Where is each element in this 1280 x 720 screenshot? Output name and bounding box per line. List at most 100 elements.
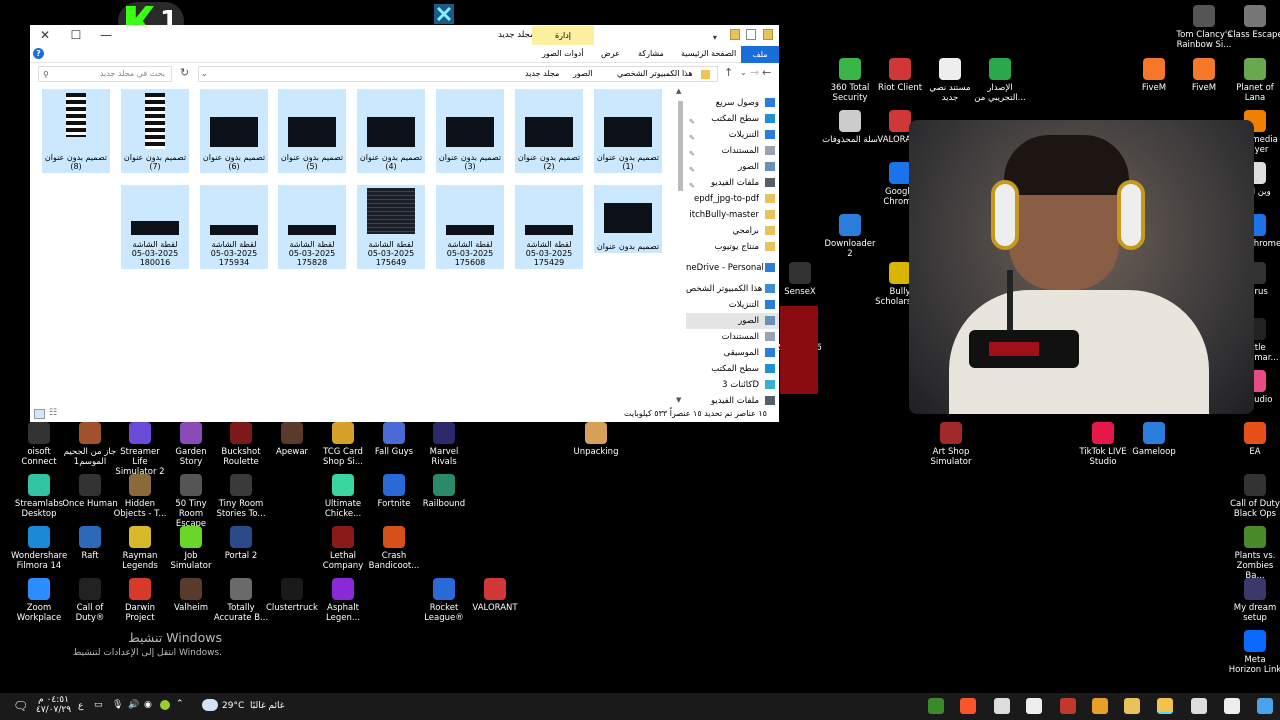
tab-view[interactable]: عرض [601, 49, 620, 58]
taskbar-taskview-icon[interactable] [1191, 698, 1207, 714]
desktop-shortcut[interactable]: oisoft Connect [11, 422, 67, 467]
taskbar-minecraft-icon[interactable] [928, 698, 944, 714]
dropdown-icon[interactable]: ▾ [713, 33, 723, 44]
desktop-shortcut[interactable]: Art Shop Simulator [923, 422, 979, 467]
pin-icon[interactable]: ✎ [689, 146, 695, 159]
nav-item[interactable]: neDrive - Personal [686, 260, 779, 276]
desktop-shortcut[interactable]: Apewar [264, 422, 320, 457]
desktop-shortcut[interactable]: Marvel Rivals [416, 422, 472, 467]
file-tile[interactable]: تصميم بدون عنوان (4) [357, 89, 425, 173]
weather-text[interactable]: غائم غالبًا [250, 701, 284, 711]
tab-share[interactable]: مشاركة [638, 49, 664, 58]
nav-item[interactable]: برامجي [686, 223, 779, 239]
breadcrumb-new-folder[interactable]: مجلد جديد [525, 67, 559, 81]
properties-icon[interactable] [746, 29, 757, 40]
network-icon[interactable]: ▭ [94, 700, 103, 710]
nav-item[interactable]: سطح المكتب ✎ [686, 111, 779, 127]
nav-item[interactable]: الصور [686, 313, 779, 329]
file-tile[interactable]: تصميم بدون عنوان (7) [121, 89, 189, 173]
desktop-shortcut[interactable]: Call of Duty Black Ops [1227, 474, 1280, 519]
address-path[interactable]: ⌄ مجلد جديد الصور هذا الكمبيوتر الشخصي [198, 66, 718, 82]
desktop-shortcut[interactable]: مستند نصي جديد [922, 58, 978, 103]
desktop-shortcut[interactable]: My dream setup [1227, 578, 1280, 623]
details-view-icon[interactable] [34, 409, 45, 419]
xbox-app-icon[interactable] [434, 4, 454, 24]
nav-item[interactable]: الصور ✎ [686, 159, 779, 175]
file-tile[interactable]: لقطة الشاشة 2025-03-05 175828 [278, 185, 346, 269]
file-tile[interactable]: لقطة الشاشة 2025-03-05 175649 [357, 185, 425, 269]
desktop-shortcut[interactable]: الإصدار التجريبي من... [972, 58, 1028, 103]
desktop-shortcut[interactable]: Garden Story [163, 422, 219, 467]
desktop-shortcut[interactable]: Rayman Legends [112, 526, 168, 571]
nav-item[interactable]: ملفات الفيديو [686, 393, 779, 407]
breadcrumb-pictures[interactable]: الصور [573, 67, 593, 81]
tab-picture-tools[interactable]: أدوات الصور [542, 49, 584, 58]
nav-item[interactable]: epdf_jpg-to-pdf [686, 191, 779, 207]
desktop-shortcut[interactable]: Clustertruck [264, 578, 320, 613]
file-tile[interactable]: لقطة الشاشة 2025-03-05 175429 [515, 185, 583, 269]
tray-status-icon[interactable] [160, 700, 170, 710]
desktop-shortcut[interactable]: Once Human [62, 474, 118, 509]
desktop-shortcut[interactable]: TCG Card Shop Si... [315, 422, 371, 467]
desktop-shortcut[interactable]: Valheim [163, 578, 219, 613]
desktop-shortcut[interactable]: Call of Duty® [62, 578, 118, 623]
breadcrumb-this-pc[interactable]: هذا الكمبيوتر الشخصي [617, 67, 693, 81]
taskbar-search-icon[interactable] [1224, 698, 1240, 714]
context-tab-manage[interactable]: إدارة [532, 26, 594, 45]
volume-icon[interactable]: 🔊 [128, 700, 139, 710]
desktop-shortcut[interactable]: Asphalt Legen... [315, 578, 371, 623]
tab-file[interactable]: ملف [741, 46, 779, 63]
desktop-shortcut[interactable]: Fall Guys [366, 422, 422, 457]
nav-item[interactable]: سطح المكتب [686, 361, 779, 377]
input-language[interactable]: ع [78, 701, 83, 711]
desktop-shortcut[interactable]: Buckshot Roulette [213, 422, 269, 467]
file-tile[interactable]: تصميم بدون عنوان (2) [515, 89, 583, 173]
taskbar-start-icon[interactable] [1257, 698, 1273, 714]
desktop-shortcut[interactable]: Wondershare Filmora 14 [11, 526, 67, 571]
desktop-shortcut[interactable]: Planet of Lana [1227, 58, 1280, 103]
desktop-shortcut[interactable]: Streamlabs Desktop [11, 474, 67, 519]
desktop-shortcut[interactable]: Rocket League® [416, 578, 472, 623]
desktop-shortcut[interactable]: Class Escape [1227, 5, 1280, 40]
desktop-shortcut[interactable]: سلة المحذوفات [822, 110, 878, 145]
path-dropdown-icon[interactable]: ⌄ [201, 67, 208, 81]
taskbar-capcut-icon[interactable] [1026, 698, 1042, 714]
desktop-shortcut[interactable]: Portal 2 [213, 526, 269, 561]
desktop-shortcut[interactable]: Darwin Project [112, 578, 168, 623]
clock[interactable]: ٠٤:٥١ م ٤٧/٠٧/٢٩ [36, 695, 71, 715]
content-scrollbar[interactable]: ▲ [676, 87, 684, 407]
desktop-shortcut[interactable]: 360 Total Security [822, 58, 878, 103]
desktop-shortcut[interactable]: Railbound [416, 474, 472, 509]
nav-item[interactable]: كائنات 3D [686, 377, 779, 393]
new-folder-icon[interactable] [729, 29, 740, 40]
desktop-shortcut[interactable]: 50 Tiny Room Escape [163, 474, 219, 529]
desktop-shortcut[interactable]: SenseX [772, 262, 828, 297]
pin-icon[interactable]: ✎ [689, 130, 695, 143]
nav-item[interactable]: منتاج يوتيوب [686, 239, 779, 255]
desktop-shortcut[interactable]: Job Simulator [163, 526, 219, 571]
desktop-shortcut[interactable]: Tiny Room Stories To... [213, 474, 269, 519]
taskbar-steam-icon[interactable] [1060, 698, 1076, 714]
large-icons-view-icon[interactable]: ☷ [49, 409, 60, 419]
desktop-shortcut[interactable]: Crash Bandicoot... [366, 526, 422, 571]
back-arrow-icon[interactable]: ← [762, 66, 771, 79]
nav-item[interactable]: itchBully-master [686, 207, 779, 223]
nav-item[interactable]: التنزيلات [686, 297, 779, 313]
taskbar-chrome-icon[interactable] [1092, 698, 1108, 714]
nav-item[interactable]: وصول سريع [686, 95, 779, 111]
notification-icon[interactable]: 🗨 [13, 699, 28, 713]
desktop-shortcut[interactable]: جاز من الجحيم الموسم1 [62, 422, 118, 467]
desktop-shortcut[interactable]: Lethal Company [315, 526, 371, 571]
desktop-shortcut[interactable]: Meta Horizon Link [1227, 630, 1280, 675]
taskbar-store-icon[interactable] [1124, 698, 1140, 714]
file-tile[interactable]: لقطة الشاشة 2025-03-05 175934 [200, 185, 268, 269]
desktop-shortcut[interactable]: Riot Client [872, 58, 928, 93]
minimize-icon[interactable]: — [99, 28, 113, 42]
desktop-shortcut[interactable]: Gameloop [1126, 422, 1182, 457]
desktop-shortcut[interactable]: Streamer Life Simulator 2 [112, 422, 168, 477]
close-icon[interactable]: ✕ [38, 28, 52, 42]
file-tile[interactable]: لقطة الشاشة 2025-03-05 175608 [436, 185, 504, 269]
chevron-up-icon[interactable]: ⌃ [176, 699, 184, 709]
desktop-shortcut[interactable]: Zoom Workplace [11, 578, 67, 623]
desktop-shortcut[interactable]: Unpacking [568, 422, 624, 457]
